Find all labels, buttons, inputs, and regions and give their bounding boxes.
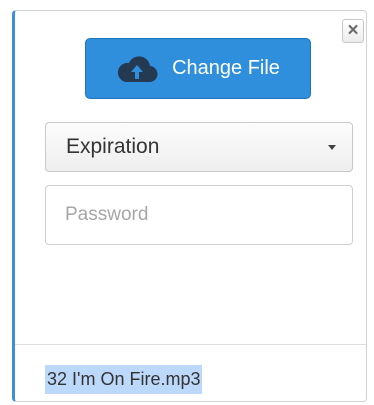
close-icon: × xyxy=(347,20,359,41)
upload-dialog: × Change File Expiration 32 I'm On Fire.… xyxy=(12,10,367,402)
file-name: 32 I'm On Fire.mp3 xyxy=(45,365,203,394)
password-input[interactable] xyxy=(45,185,353,245)
close-button[interactable]: × xyxy=(342,19,364,43)
expiration-label: Expiration xyxy=(66,135,160,158)
cloud-upload-icon xyxy=(117,55,158,82)
change-file-button[interactable]: Change File xyxy=(85,38,311,99)
divider xyxy=(15,344,366,345)
change-file-label: Change File xyxy=(172,57,280,79)
chevron-down-icon xyxy=(328,145,336,150)
expiration-select[interactable]: Expiration xyxy=(45,122,353,172)
